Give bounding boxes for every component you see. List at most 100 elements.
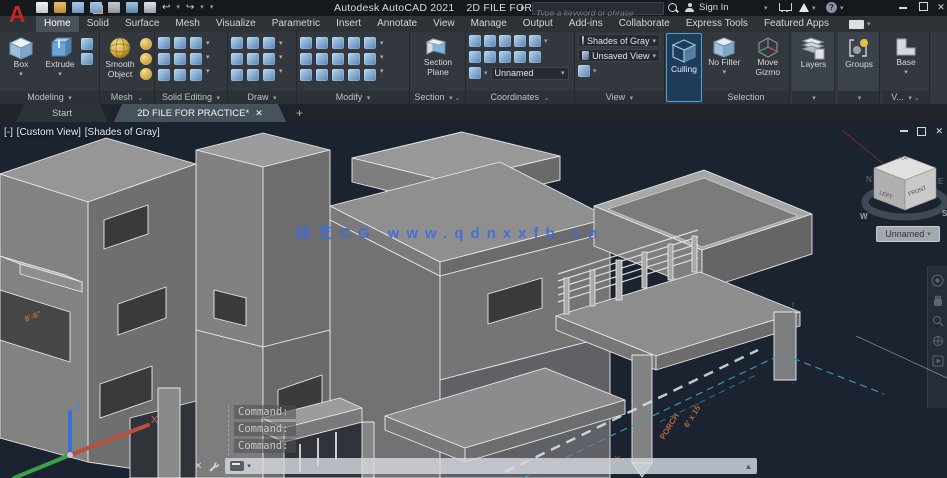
erase-icon[interactable] <box>300 69 312 81</box>
steering-wheel-icon[interactable] <box>931 274 944 287</box>
menu-tab-output[interactable]: Output <box>515 16 561 32</box>
ucs-icon[interactable] <box>469 35 481 47</box>
menu-tab-visualize[interactable]: Visualize <box>208 16 264 32</box>
polysolid-icon[interactable] <box>81 38 93 50</box>
menu-tab-add-ins[interactable]: Add-ins <box>561 16 611 32</box>
solid-editing-caret-icon[interactable]: ▾ <box>206 54 210 61</box>
smooth-object-button[interactable]: Smooth Object <box>103 34 137 80</box>
spline-icon[interactable] <box>231 53 243 65</box>
section-plane-button[interactable]: Section Plane <box>416 34 460 78</box>
drawing-viewport[interactable]: 8'-6" PORCH 6' x 15' Z X N E W S TOP LEF… <box>0 122 947 478</box>
ucs-name-dropdown[interactable]: Unnamed ▾ <box>490 66 569 80</box>
autodesk-app-caret-icon[interactable]: ▾ <box>812 3 816 14</box>
draw-caret-icon[interactable]: ▾ <box>279 40 283 47</box>
camera-icon[interactable] <box>578 65 590 77</box>
viewcube-n-label[interactable]: N <box>866 175 872 184</box>
menu-tab-surface[interactable]: Surface <box>117 16 167 32</box>
menu-tab-express-tools[interactable]: Express Tools <box>678 16 756 32</box>
thicken-icon[interactable] <box>174 69 186 81</box>
new-drawing-tab-button[interactable]: + <box>296 106 303 120</box>
ribbon-display-toggle[interactable]: ▾ <box>848 16 871 32</box>
help-icon[interactable]: ? <box>826 2 837 13</box>
polyline-icon[interactable] <box>231 37 243 49</box>
slice-icon[interactable] <box>190 53 202 65</box>
panel-label-section[interactable]: Section ▾ ⌄ <box>410 91 465 104</box>
ucs-object-icon[interactable] <box>514 35 526 47</box>
viewcube-e-label[interactable]: E <box>938 177 943 186</box>
camera-caret-icon[interactable]: ▾ <box>593 66 597 77</box>
mesh-launcher-icon[interactable]: ⌄ <box>137 95 143 102</box>
ucs-z-axis-vector-icon[interactable] <box>484 51 496 63</box>
menu-tab-featured-apps[interactable]: Featured Apps <box>756 16 837 32</box>
orbit-icon[interactable] <box>932 335 944 347</box>
search-icon[interactable] <box>668 3 677 12</box>
panel-label-mesh[interactable]: Mesh ⌄ <box>100 91 154 104</box>
trim-icon[interactable] <box>364 37 376 49</box>
solid-subtract-icon[interactable] <box>158 53 170 65</box>
draw-caret-icon[interactable]: ▾ <box>279 54 283 61</box>
mesh-crease-icon[interactable] <box>140 68 152 80</box>
ucs-named-caret-icon[interactable]: ▾ <box>484 68 488 79</box>
presspull-icon[interactable] <box>81 53 93 65</box>
ucs-z-icon[interactable] <box>514 51 526 63</box>
restore-button[interactable] <box>916 2 930 13</box>
panel-label-solid-editing[interactable]: Solid Editing ▾ <box>155 91 227 104</box>
3d-rotate-icon[interactable] <box>316 53 328 65</box>
ucs-face-icon[interactable] <box>529 35 541 47</box>
help-caret-icon[interactable]: ▾ <box>840 3 844 14</box>
ucs-named-icon[interactable] <box>469 67 481 79</box>
panel-label-coordinates[interactable]: Coordinates ⌄ <box>466 91 574 104</box>
solid-intersect-icon[interactable] <box>158 69 170 81</box>
panel-label-draw[interactable]: Draw ▾ <box>228 91 296 104</box>
3d-align-icon[interactable] <box>316 37 328 49</box>
command-close-icon[interactable]: ✕ <box>194 461 202 472</box>
arc-icon[interactable] <box>263 37 275 49</box>
mesh-refine-icon[interactable] <box>140 38 152 50</box>
offset-edges-icon[interactable] <box>174 53 186 65</box>
ucs-origin-icon[interactable] <box>469 51 481 63</box>
file-tab-document[interactable]: 2D FILE FOR PRACTICE* ✕ <box>114 104 286 122</box>
ucs-previous-icon[interactable] <box>499 35 511 47</box>
viewcube-s-label[interactable]: S <box>942 209 947 218</box>
offset-icon[interactable] <box>348 69 360 81</box>
move-icon[interactable] <box>332 37 344 49</box>
pan-hand-icon[interactable] <box>932 295 944 307</box>
drawing-minimize-icon[interactable] <box>900 130 909 132</box>
viewcube-w-label[interactable]: W <box>860 212 868 221</box>
coordinates-launcher-icon[interactable]: ⌄ <box>544 95 550 102</box>
line-icon[interactable] <box>247 53 259 65</box>
menu-tab-insert[interactable]: Insert <box>328 16 369 32</box>
solid-editing-caret-icon[interactable]: ▾ <box>206 68 210 75</box>
taper-faces-icon[interactable] <box>348 53 360 65</box>
extrude-button[interactable]: Extrude ▾ <box>42 34 78 79</box>
panel-label-layers[interactable]: ▾ <box>792 91 834 104</box>
menu-tab-manage[interactable]: Manage <box>463 16 515 32</box>
modify-caret-icon[interactable]: ▾ <box>380 54 384 61</box>
viewport-view-control[interactable]: [Custom View] <box>17 127 81 138</box>
interfere-icon[interactable] <box>190 37 202 49</box>
drawing-close-icon[interactable]: ✕ <box>935 126 943 137</box>
menu-tab-parametric[interactable]: Parametric <box>264 16 328 32</box>
groups-button[interactable]: Groups <box>841 34 877 70</box>
command-expand-icon[interactable]: ▲ <box>744 462 752 471</box>
no-filter-button[interactable]: No Filter ▾ <box>706 34 743 77</box>
panel-label-view[interactable]: View ▾ <box>575 91 664 104</box>
navigation-bar[interactable] <box>927 266 947 408</box>
menu-tab-solid[interactable]: Solid <box>79 16 117 32</box>
fillet-edge-icon[interactable] <box>300 53 312 65</box>
file-tab-start[interactable]: Start <box>16 104 108 122</box>
panel-label-base[interactable]: V... ▾ ⌄ <box>882 91 929 104</box>
store-cart-icon[interactable] <box>779 3 792 12</box>
ucs-world-icon[interactable] <box>484 35 496 47</box>
sign-in-caret-icon[interactable]: ▾ <box>764 3 768 14</box>
panel-label-modify[interactable]: Modify ▾ <box>297 91 409 104</box>
base-launcher-icon[interactable]: ⌄ <box>914 95 920 102</box>
mesh-smooth-more-icon[interactable] <box>140 53 152 65</box>
minimize-button[interactable] <box>896 2 910 13</box>
draw-caret-icon[interactable]: ▾ <box>279 68 283 75</box>
named-view-dropdown[interactable]: Unsaved View ▾ <box>578 49 660 62</box>
panel-label-selection[interactable]: Selection <box>703 91 789 104</box>
autocad-logo-icon[interactable]: A <box>3 0 31 30</box>
base-button[interactable]: Base ▾ <box>888 34 924 77</box>
drawing-restore-icon[interactable] <box>917 127 927 136</box>
